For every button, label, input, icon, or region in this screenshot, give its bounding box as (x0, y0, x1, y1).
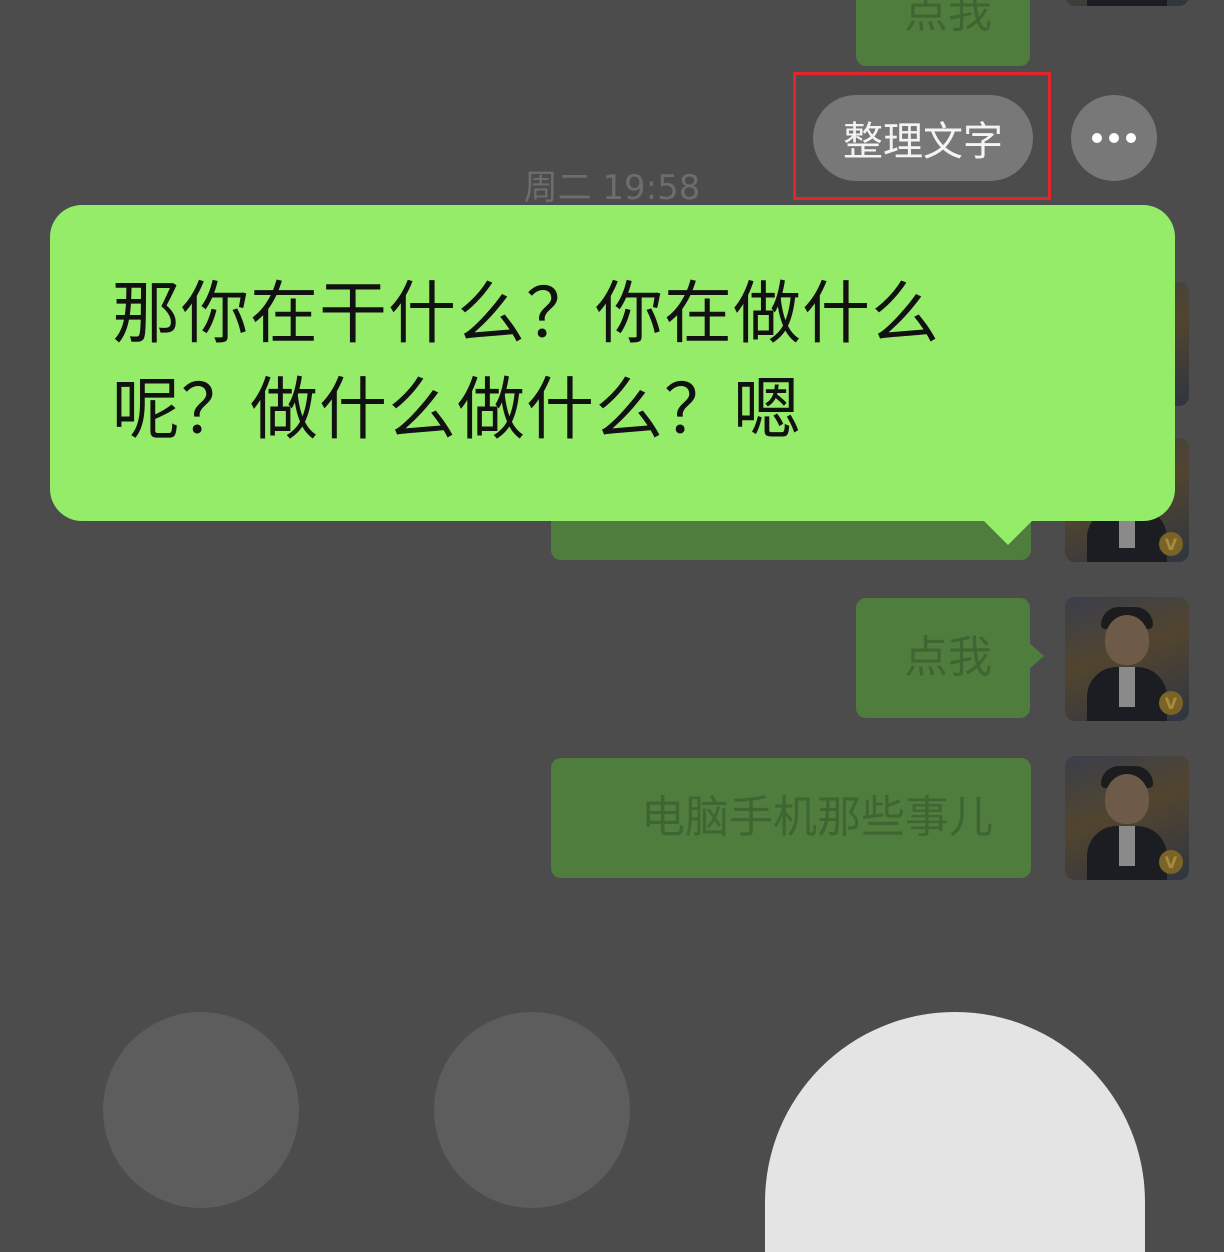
verified-badge-icon: V (1159, 850, 1183, 874)
message-text: 点我 (904, 0, 992, 38)
convert-to-text-button[interactable] (434, 1012, 630, 1208)
transcription-line: 呢？做什么做什么？嗯 (112, 371, 803, 450)
verified-badge-icon: V (1159, 532, 1183, 556)
verified-badge-icon: V (1159, 691, 1183, 715)
more-options-button[interactable] (1071, 95, 1157, 181)
avatar[interactable]: V (1065, 597, 1189, 721)
organize-text-label: 整理文字 (843, 119, 1003, 165)
more-horizontal-icon (1092, 133, 1102, 143)
bubble-pointer (978, 515, 1038, 545)
voice-transcription-bubble[interactable]: 那你在干什么？你在做什么 呢？做什么做什么？嗯 (50, 205, 1175, 545)
transcription-text: 那你在干什么？你在做什么 呢？做什么做什么？嗯 (112, 267, 1105, 459)
message-text: 点我 (904, 632, 992, 683)
organize-text-button[interactable]: 整理文字 (813, 95, 1033, 181)
message-text: 电脑手机那些事儿 (641, 792, 993, 843)
chat-message-bubble[interactable]: 点我 (856, 0, 1030, 66)
transcription-line: 那你在干什么？你在做什么 (112, 275, 941, 354)
chat-message-bubble[interactable]: 点我 (856, 598, 1044, 718)
avatar[interactable]: V (1065, 756, 1189, 880)
chat-message-bubble[interactable]: 电脑手机那些事儿 (551, 758, 1031, 878)
cancel-button[interactable] (103, 1012, 299, 1208)
avatar[interactable]: V (1065, 0, 1189, 6)
